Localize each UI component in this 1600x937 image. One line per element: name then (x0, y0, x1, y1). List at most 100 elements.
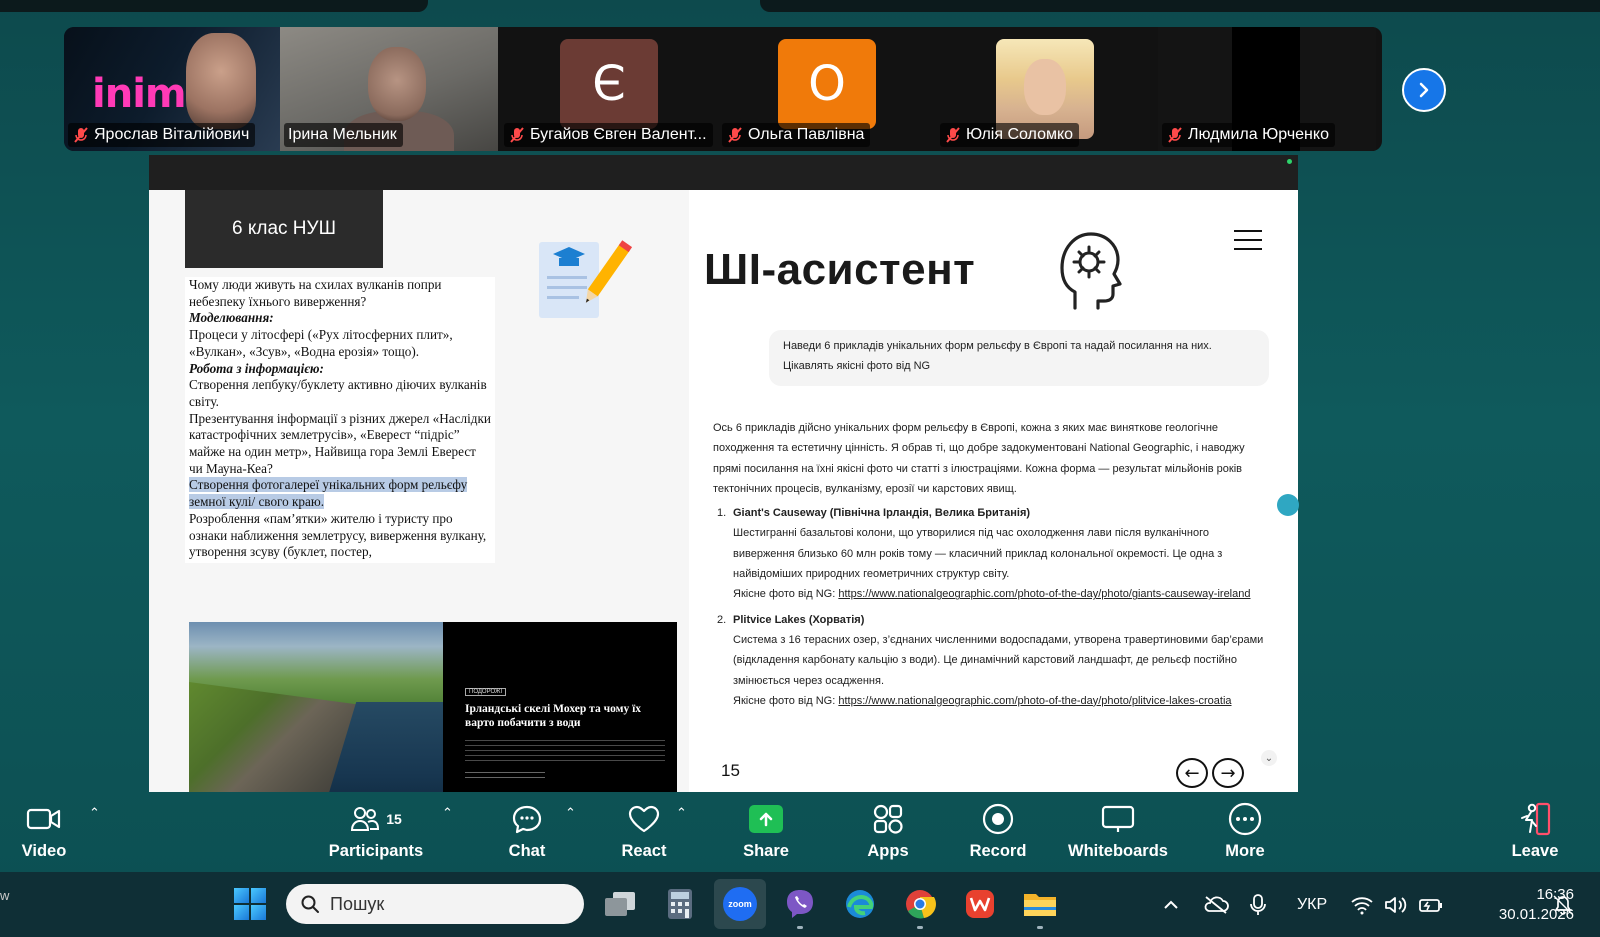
chrome-browser-icon[interactable] (902, 886, 938, 922)
video-label: Video (21, 842, 67, 860)
cliffs-of-moher-image (189, 622, 443, 792)
participant-name: Людмила Юрченко (1188, 126, 1329, 143)
more-button[interactable]: More (1220, 798, 1270, 872)
answer-item-description: Шестигранні базальтові колони, що утвори… (733, 527, 1223, 581)
participant-name: Юлія Соломко (966, 126, 1074, 143)
heart-icon (627, 802, 661, 836)
volume-icon[interactable] (1383, 872, 1409, 937)
react-label: React (621, 842, 667, 860)
taskbar-search[interactable]: Пошук (286, 884, 584, 924)
video-options-caret-icon[interactable]: ⌃ (89, 806, 100, 821)
answer-item-number: 2. (717, 613, 727, 626)
task-view-icon[interactable] (602, 886, 638, 922)
react-options-caret-icon[interactable]: ⌃ (676, 806, 687, 821)
viber-app-icon[interactable] (782, 886, 818, 922)
windows-start-icon[interactable] (234, 888, 266, 920)
share-icon-wrap (749, 802, 783, 836)
answer-item-photo-line: Якісне фото від NG: https://www.national… (733, 584, 1273, 604)
participant-gallery-strip: inime Ярослав Віталійович Ірина Мельник … (64, 27, 1382, 151)
answer-item-photo-line: Якісне фото від NG: https://www.national… (733, 691, 1273, 711)
record-button[interactable]: Record (968, 798, 1028, 872)
menu-icon[interactable] (1234, 230, 1262, 250)
participant-avatar: Є (560, 39, 658, 129)
article-byline (465, 772, 545, 782)
chat-button[interactable]: Chat (502, 798, 552, 872)
whiteboards-button[interactable]: Whiteboards (1068, 798, 1168, 872)
participant-name: Бугайов Євген Валент... (530, 126, 707, 143)
mic-muted-icon (728, 127, 742, 143)
participant-tile[interactable]: Людмила Юрченко (1158, 27, 1376, 151)
apps-icon (872, 802, 904, 836)
file-explorer-icon[interactable] (1022, 886, 1058, 922)
wifi-icon[interactable] (1350, 872, 1374, 937)
ng-photo-link[interactable]: https://www.nationalgeographic.com/photo… (838, 695, 1231, 707)
calculator-app-icon[interactable] (662, 886, 698, 922)
doc-line: Процеси у літосфері («Рух літосферних пл… (189, 327, 453, 359)
participant-name-tag: Бугайов Євген Валент... (504, 123, 713, 147)
language-indicator[interactable]: УКР (1297, 872, 1327, 937)
record-icon (982, 802, 1014, 836)
participant-tile-active-speaker[interactable]: Ірина Мельник (280, 27, 498, 151)
taskbar-left-text: w (0, 888, 10, 903)
chevron-right-icon (1419, 82, 1429, 98)
next-slide-button[interactable]: → (1212, 758, 1244, 788)
chat-options-caret-icon[interactable]: ⌃ (565, 806, 576, 821)
shared-screen[interactable]: 6 клас НУШ Чому люди живуть на схилах ву… (149, 155, 1298, 792)
scroll-down-icon[interactable]: ⌄ (1261, 750, 1277, 766)
previous-slide-button[interactable]: ← (1176, 758, 1208, 788)
participant-name-tag: Юлія Соломко (940, 123, 1080, 147)
slide-right-pane: ШІ-асистент Наведи 6 прикладів унікальни… (689, 190, 1298, 792)
chat-icon (511, 802, 543, 836)
ng-photo-link[interactable]: https://www.nationalgeographic.com/photo… (838, 588, 1250, 600)
participant-face (1024, 59, 1066, 115)
top-edge-bar-left (0, 0, 428, 12)
cloud-offline-icon[interactable] (1203, 872, 1229, 937)
ai-answer: Ось 6 прикладів дійсно унікальних форм р… (713, 418, 1273, 711)
ai-head-gear-icon (1060, 232, 1122, 310)
leave-button[interactable]: Leave (1510, 798, 1560, 872)
participants-count: 15 (386, 811, 402, 827)
participant-name: Ярослав Віталійович (94, 126, 250, 143)
search-placeholder: Пошук (330, 893, 385, 914)
doc-line: Чому люди живуть на схилах вулканів попр… (189, 277, 442, 309)
show-hidden-icons-chevron-icon[interactable] (1162, 872, 1180, 937)
edge-browser-icon[interactable] (842, 886, 878, 922)
slide-navigation: ← → (1176, 758, 1244, 788)
participants-icon-row: 15 (350, 802, 402, 836)
participant-name-tag: Людмила Юрченко (1162, 123, 1335, 147)
doc-line-highlighted: Створення фотогалереї унікальних форм ре… (189, 477, 468, 510)
doc-heading: Моделювання: (189, 310, 274, 326)
record-label: Record (969, 842, 1027, 860)
shared-screen-topbar (149, 155, 1298, 190)
share-label: Share (743, 842, 789, 860)
slide-left-pane: 6 клас НУШ Чому люди живуть на схилах ву… (149, 190, 689, 792)
participant-tile[interactable]: inime Ярослав Віталійович (64, 27, 282, 151)
article-meta: ПОДОРОЖІ Ірландські скелі Мохер та чому … (465, 680, 665, 792)
battery-icon[interactable] (1418, 872, 1444, 937)
participant-tile[interactable]: Є Бугайов Євген Валент... (500, 27, 718, 151)
lesson-plan-text: Чому люди живуть на схилах вулканів попр… (185, 277, 495, 563)
apps-button[interactable]: Apps (862, 798, 914, 872)
zoom-app-icon[interactable]: zoom (714, 879, 766, 929)
participants-options-caret-icon[interactable]: ⌃ (442, 806, 453, 821)
next-participants-button[interactable] (1402, 68, 1446, 112)
video-button[interactable]: Video (18, 798, 70, 872)
wps-office-icon[interactable] (962, 886, 998, 922)
share-button[interactable]: Share (740, 798, 792, 872)
participant-tile[interactable]: Юлія Соломко (936, 27, 1154, 151)
mic-muted-icon (510, 127, 524, 143)
answer-item-title: Plitvice Lakes (Хорватія) (733, 613, 865, 626)
annotation-handle-icon[interactable] (1277, 494, 1299, 516)
slide-title: ШІ-асистент (704, 245, 976, 294)
top-edge-bar-right (760, 0, 1600, 12)
class-badge: 6 клас НУШ (185, 190, 383, 268)
participant-name-tag: Ольга Павлівна (722, 123, 871, 147)
mic-muted-icon (1168, 127, 1182, 143)
notifications-bell-icon[interactable] (1552, 872, 1574, 937)
react-button[interactable]: React (618, 798, 670, 872)
mic-muted-icon (74, 127, 88, 143)
participant-tile[interactable]: О Ольга Павлівна (718, 27, 936, 151)
participant-name-tag: Ярослав Віталійович (68, 123, 256, 147)
participants-button[interactable]: 15 Participants (328, 798, 424, 872)
microphone-icon[interactable] (1250, 872, 1266, 937)
